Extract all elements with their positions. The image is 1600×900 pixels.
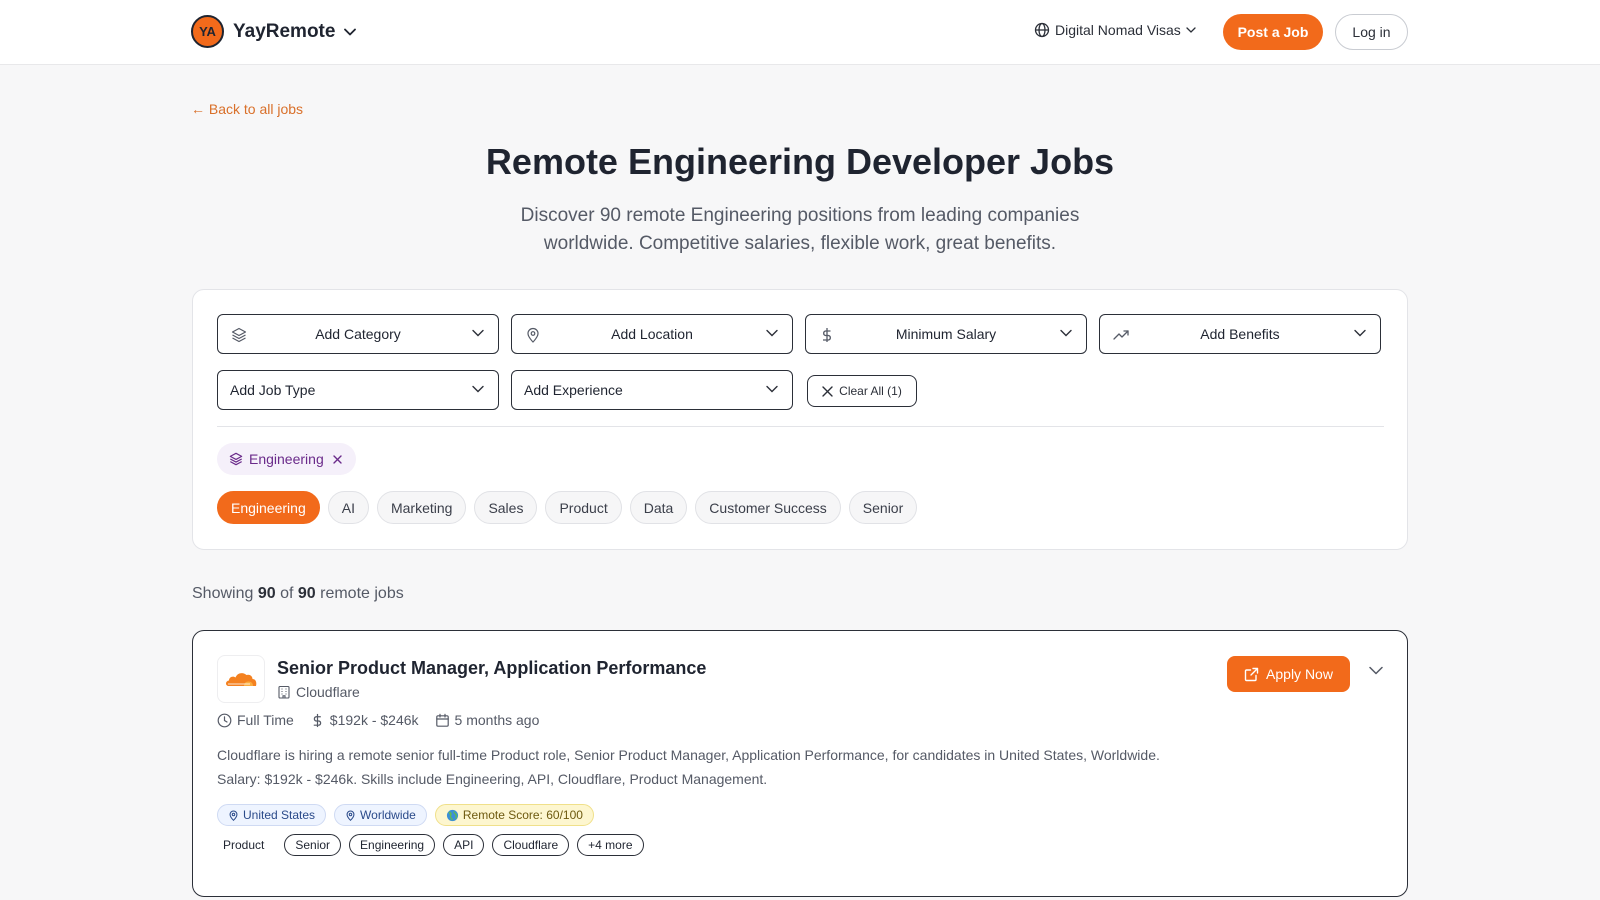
chevron-down-icon [1186,27,1196,33]
post-job-button[interactable]: Post a Job [1223,14,1323,50]
chevron-down-icon [1060,329,1072,337]
job-title[interactable]: Senior Product Manager, Application Perf… [277,658,706,679]
clock-icon [217,713,232,728]
skill-tag: Cloudflare [492,834,570,856]
job-salary-label: $192k - $246k [329,712,419,728]
close-icon [822,385,833,397]
quick-tag-ai[interactable]: AI [327,491,369,524]
quick-tag-marketing[interactable]: Marketing [376,491,467,524]
divider [217,426,1384,427]
apply-now-label: Apply Now [1266,666,1333,682]
globe-icon [1034,22,1050,38]
chevron-down-icon [472,329,484,337]
results-total: 90 [297,585,316,602]
active-filter-label: Engineering [249,451,324,467]
nav-visas-label: Digital Nomad Visas [1055,22,1181,38]
apply-now-button[interactable]: Apply Now [1227,656,1350,692]
quick-tag-sales[interactable]: Sales [474,491,538,524]
job-type-label: Full Time [237,712,294,728]
clear-all-label: Clear All (1) [839,384,902,398]
chevron-down-icon [472,385,484,393]
brand-name: YayRemote [233,20,336,42]
map-pin-icon [345,810,356,821]
results-prefix: Showing [192,585,254,602]
location-pill-label: Worldwide [360,808,416,822]
external-link-icon [1244,667,1259,682]
map-pin-icon [228,810,239,821]
chevron-down-icon [766,385,778,393]
clear-all-button[interactable]: Clear All (1) [807,375,917,407]
category-dropdown-label: Add Category [315,326,401,342]
filter-panel: Add Category Add Location Minimum Salary… [192,289,1408,550]
layers-icon [229,452,243,466]
experience-dropdown-label: Add Experience [524,382,623,398]
skill-tag: Senior [284,834,342,856]
remove-filter-icon[interactable] [333,454,342,464]
benefits-dropdown-label: Add Benefits [1200,326,1280,342]
salary-dropdown[interactable]: Minimum Salary [805,314,1087,354]
page-title: Remote Engineering Developer Jobs [485,141,1115,182]
job-skill-tags: Product Senior Engineering API Cloudflar… [223,834,652,856]
job-posted: 5 months ago [435,712,540,728]
results-shown: 90 [257,585,276,602]
company-label: Cloudflare [296,684,360,700]
remote-score-pill: Remote Score: 60/100 [434,804,594,826]
company-name: Cloudflare [277,684,360,700]
location-pill: United States [217,804,327,826]
quick-tag-engineering[interactable]: Engineering [217,491,320,524]
location-pill: Worldwide [334,804,427,826]
location-dropdown[interactable]: Add Location [511,314,793,354]
job-location-pills: United States Worldwide Remote Score: 60… [217,804,602,826]
quick-tag-data[interactable]: Data [629,491,688,524]
quick-tag-customer-success[interactable]: Customer Success [695,491,841,524]
dollar-icon [310,713,325,728]
login-button[interactable]: Log in [1335,14,1408,50]
top-navbar: YA YayRemote Digital Nomad Visas Post a … [0,0,1600,65]
remote-score-label: Remote Score: 60/100 [462,808,583,822]
quick-tag-senior[interactable]: Senior [848,491,918,524]
job-type-dropdown-label: Add Job Type [230,382,316,398]
skill-tag: Engineering [349,834,436,856]
globe-emoji-icon [446,809,459,822]
job-card[interactable]: Senior Product Manager, Application Perf… [192,630,1408,897]
building-icon [277,685,291,699]
job-meta: Full Time $192k - $246k 5 months ago [217,712,555,728]
chevron-down-icon [344,28,357,36]
skill-tag: API [443,834,485,856]
chevron-down-icon [1354,329,1366,337]
results-of: of [280,585,294,602]
results-count: Showing 90 of 90 remote jobs [192,585,404,603]
job-salary: $192k - $246k [310,712,419,728]
job-description: Cloudflare is hiring a remote senior ful… [217,743,1217,791]
location-dropdown-label: Add Location [611,326,693,342]
quick-tag-product[interactable]: Product [545,491,622,524]
job-description-line: Salary: $192k - $246k. Skills include En… [217,771,768,787]
page-subtitle: Discover 90 remote Engineering positions… [520,205,1080,254]
logo-badge: YA [191,15,224,48]
job-description-line: Cloudflare is hiring a remote senior ful… [217,747,1160,763]
experience-dropdown[interactable]: Add Experience [511,370,793,410]
quick-category-tags: Engineering AI Marketing Sales Product D… [217,491,925,524]
category-dropdown[interactable]: Add Category [217,314,499,354]
salary-dropdown-label: Minimum Salary [895,326,997,342]
cloudflare-logo [217,655,265,703]
chevron-down-icon[interactable] [1369,666,1383,675]
job-category-label: Product [223,838,265,852]
job-posted-label: 5 months ago [454,712,540,728]
brand-logo[interactable]: YA YayRemote [191,15,357,48]
active-filter-chip: Engineering [217,443,356,475]
more-skills-tag[interactable]: +4 more [577,834,644,856]
benefits-dropdown[interactable]: Add Benefits [1099,314,1381,354]
digital-nomad-visas-menu[interactable]: Digital Nomad Visas [1034,22,1196,38]
results-suffix: remote jobs [320,585,404,602]
job-type: Full Time [217,712,294,728]
job-type-dropdown[interactable]: Add Job Type [217,370,499,410]
back-to-jobs-link[interactable]: ← Back to all jobs [191,101,303,117]
chevron-down-icon [766,329,778,337]
calendar-icon [435,713,450,728]
location-pill-label: United States [243,808,316,822]
